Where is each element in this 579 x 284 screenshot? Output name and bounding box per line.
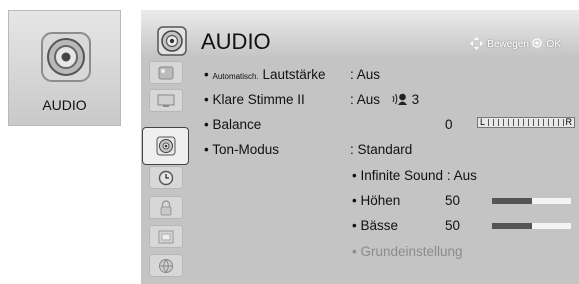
audio-tile[interactable]: AUDIO	[8, 10, 121, 126]
lock-icon	[160, 199, 172, 215]
network-icon	[159, 258, 173, 273]
options-icon	[158, 230, 174, 243]
screen-icon	[157, 94, 175, 107]
bass-value: 50	[445, 218, 461, 233]
infinite-sound-label: • Infinite Sound	[352, 168, 444, 183]
voice-level-icon	[392, 93, 407, 105]
auto-volume-value: : Aus	[350, 67, 381, 82]
sound-mode-row[interactable]: • Ton-Modus	[204, 142, 279, 157]
balance-row[interactable]: • Balance	[204, 117, 261, 132]
infinite-sound-row[interactable]: • Infinite Sound : Aus	[352, 168, 477, 183]
treble-slider[interactable]	[492, 198, 571, 204]
infinite-sound-value: : Aus	[446, 168, 477, 183]
sidebar-item-network[interactable]	[149, 254, 183, 277]
speaker-icon	[157, 26, 187, 56]
reset-row[interactable]: • Grundeinstellung	[352, 244, 463, 259]
treble-label: • Höhen	[352, 193, 401, 208]
treble-value: 50	[445, 193, 461, 208]
balance-label: Balance	[212, 117, 262, 132]
page-title: AUDIO	[201, 29, 271, 54]
sound-mode-label: Ton-Modus	[212, 142, 280, 157]
bass-slider[interactable]	[492, 223, 571, 229]
bass-row[interactable]: • Bässe	[352, 218, 398, 233]
menu-header: AUDIO Bewegen OK	[141, 10, 579, 58]
nav-move-label: Bewegen	[487, 39, 529, 50]
ok-button-icon	[532, 38, 542, 48]
clear-voice-state: : Aus	[350, 92, 381, 107]
sidebar-item-options[interactable]	[149, 225, 183, 248]
auto-volume-prefix: Automatisch.	[212, 72, 259, 81]
clear-voice-row[interactable]: • Klare Stimme II	[204, 92, 305, 107]
speaker-icon	[156, 136, 175, 156]
tile-label: AUDIO	[42, 97, 87, 113]
balance-right-label: R	[565, 117, 573, 127]
balance-left-label: L	[480, 117, 486, 127]
auto-volume-label: Lautstärke	[262, 67, 326, 82]
sidebar-item-time[interactable]	[149, 166, 183, 189]
sidebar-item-audio[interactable]	[142, 127, 189, 165]
audio-menu-panel: AUDIO Bewegen OK • Automatisch. Lautstär…	[141, 10, 579, 284]
clock-icon	[158, 170, 174, 185]
clear-voice-label: Klare Stimme II	[212, 92, 305, 107]
bass-label: • Bässe	[352, 218, 398, 233]
picture-icon	[158, 66, 174, 79]
sidebar-item-screen[interactable]	[149, 89, 183, 112]
clear-voice-value: : Aus 3	[350, 92, 419, 107]
move-arrows-icon	[469, 37, 483, 50]
sidebar-item-lock[interactable]	[149, 196, 183, 219]
bass-level-fill	[492, 223, 532, 229]
balance-slider[interactable]: L R	[477, 117, 575, 128]
auto-volume-row[interactable]: • Automatisch. Lautstärke	[204, 67, 326, 82]
balance-value: 0	[445, 117, 453, 132]
balance-scale	[488, 119, 564, 126]
speaker-icon	[41, 32, 91, 82]
sidebar-item-picture[interactable]	[149, 61, 183, 84]
nav-ok-label: OK	[546, 39, 561, 50]
treble-row[interactable]: • Höhen	[352, 193, 400, 208]
sound-mode-value: : Standard	[350, 142, 413, 157]
navigation-hint: Bewegen OK	[469, 37, 561, 50]
sidebar	[141, 58, 189, 284]
clear-voice-level: 3	[411, 92, 420, 107]
treble-level-fill	[492, 198, 532, 204]
